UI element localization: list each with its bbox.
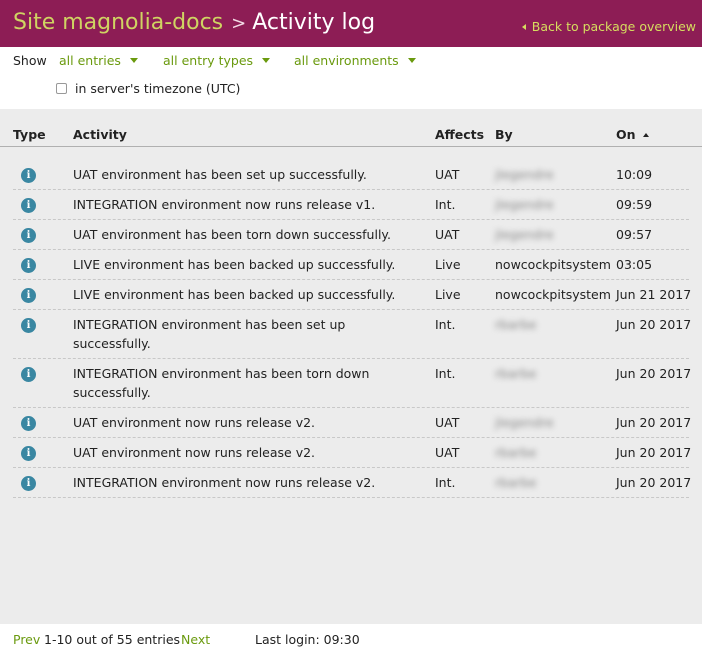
activity-cell: INTEGRATION environment has been torn do… — [73, 366, 370, 400]
filter-bar: Show all entries all entry types all env… — [0, 47, 702, 109]
table-row: i LIVE environment has been backed up suc… — [0, 280, 702, 310]
table-row: i UAT environment now runs release v2. UAT… — [0, 438, 702, 468]
info-icon: i — [21, 168, 36, 183]
by-cell: rbarbe — [495, 445, 537, 460]
back-link-label: Back to package overview — [531, 19, 696, 34]
affects-cell: Int. — [435, 366, 456, 381]
table-row: i INTEGRATION environment now runs releas… — [0, 190, 702, 220]
activity-cell: UAT environment now runs release v2. — [73, 415, 316, 430]
activity-cell: LIVE environment has been backed up succ… — [73, 287, 396, 302]
page-name: Activity log — [252, 10, 376, 35]
entries-count: 1-10 out of 55 entries — [44, 632, 181, 647]
row-divider — [13, 497, 689, 498]
affects-cell: UAT — [435, 445, 460, 460]
column-header-by: By — [495, 127, 513, 142]
site-name[interactable]: Site magnolia-docs — [13, 10, 223, 35]
column-header-affects: Affects — [435, 127, 485, 142]
affects-cell: Live — [435, 257, 461, 272]
info-icon: i — [21, 476, 36, 491]
info-icon: i — [21, 416, 36, 431]
caret-down-icon — [262, 58, 271, 63]
by-cell: rbarbe — [495, 366, 537, 381]
column-header-on-label: On — [616, 127, 636, 142]
by-cell: nowcockpitsystem — [495, 257, 611, 272]
activity-cell: UAT environment now runs release v2. — [73, 445, 316, 460]
table-row: i INTEGRATION environment has been set up… — [0, 310, 702, 359]
server-timezone-label: in server's timezone (UTC) — [75, 81, 241, 96]
by-cell: nowcockpitsystem — [495, 287, 611, 302]
column-header-type: Type — [13, 127, 46, 142]
info-icon: i — [21, 367, 36, 382]
last-login-text: Last login: 09:30 — [255, 632, 360, 647]
triangle-left-icon — [521, 24, 526, 30]
pagination-footer: Prev 1-10 out of 55 entries Next Last lo… — [0, 624, 702, 655]
on-cell: 10:09 — [616, 167, 653, 182]
activity-cell: INTEGRATION environment has been set up … — [73, 317, 346, 351]
by-cell: jlegendre — [495, 167, 554, 182]
next-page-link[interactable]: Next — [181, 632, 210, 647]
page-title: Site magnolia-docs > Activity log — [13, 9, 375, 38]
info-icon: i — [21, 446, 36, 461]
activity-cell: LIVE environment has been backed up succ… — [73, 257, 396, 272]
info-icon: i — [21, 288, 36, 303]
table-row: i INTEGRATION environment has been torn d… — [0, 359, 702, 408]
table-row: i UAT environment has been torn down succ… — [0, 220, 702, 250]
environments-filter-label: all environments — [294, 53, 399, 68]
on-cell: Jun 20 2017 — [616, 475, 692, 490]
on-cell: 03:05 — [616, 257, 653, 272]
affects-cell: Int. — [435, 197, 456, 212]
info-icon: i — [21, 258, 36, 273]
info-icon: i — [21, 318, 36, 333]
on-cell: 09:59 — [616, 197, 653, 212]
affects-cell: UAT — [435, 227, 460, 242]
on-cell: Jun 20 2017 — [616, 366, 692, 381]
entries-filter-label: all entries — [59, 53, 121, 68]
affects-cell: UAT — [435, 167, 460, 182]
caret-down-icon — [129, 58, 138, 63]
header-divider — [0, 146, 702, 147]
environments-filter-dropdown[interactable]: all environments — [294, 53, 416, 68]
column-header-on[interactable]: On — [616, 127, 649, 142]
table-row: i UAT environment has been set up success… — [0, 160, 702, 190]
breadcrumb-separator: > — [231, 13, 247, 34]
on-cell: Jun 20 2017 — [616, 317, 692, 332]
by-cell: rbarbe — [495, 317, 537, 332]
on-cell: 09:57 — [616, 227, 653, 242]
sort-ascending-icon — [642, 133, 649, 137]
info-icon: i — [21, 198, 36, 213]
entries-filter-dropdown[interactable]: all entries — [59, 53, 138, 68]
table-row: i LIVE environment has been backed up suc… — [0, 250, 702, 280]
entry-types-filter-dropdown[interactable]: all entry types — [163, 53, 271, 68]
column-header-activity: Activity — [73, 127, 127, 142]
entry-types-filter-label: all entry types — [163, 53, 254, 68]
by-cell: jlegendre — [495, 415, 554, 430]
info-icon: i — [21, 228, 36, 243]
affects-cell: Int. — [435, 475, 456, 490]
by-cell: jlegendre — [495, 197, 554, 212]
page-header: Site magnolia-docs > Activity log Back to … — [0, 0, 702, 47]
caret-down-icon — [407, 58, 416, 63]
affects-cell: UAT — [435, 415, 460, 430]
on-cell: Jun 21 2017 — [616, 287, 692, 302]
by-cell: rbarbe — [495, 475, 537, 490]
back-to-package-overview-link[interactable]: Back to package overview — [521, 19, 696, 34]
activity-cell: UAT environment has been torn down succe… — [73, 227, 392, 242]
activity-cell: INTEGRATION environment now runs release… — [73, 197, 376, 212]
server-timezone-option[interactable]: in server's timezone (UTC) — [56, 81, 240, 96]
affects-cell: Live — [435, 287, 461, 302]
prev-page-link[interactable]: Prev — [13, 632, 40, 647]
on-cell: Jun 20 2017 — [616, 415, 692, 430]
table-row: i INTEGRATION environment now runs releas… — [0, 468, 702, 498]
on-cell: Jun 20 2017 — [616, 445, 692, 460]
activity-cell: UAT environment has been set up successf… — [73, 167, 367, 182]
affects-cell: Int. — [435, 317, 456, 332]
table-row: i UAT environment now runs release v2. UAT… — [0, 408, 702, 438]
server-timezone-checkbox[interactable] — [56, 83, 67, 94]
by-cell: jlegendre — [495, 227, 554, 242]
activity-cell: INTEGRATION environment now runs release… — [73, 475, 376, 490]
show-label: Show — [13, 53, 47, 68]
